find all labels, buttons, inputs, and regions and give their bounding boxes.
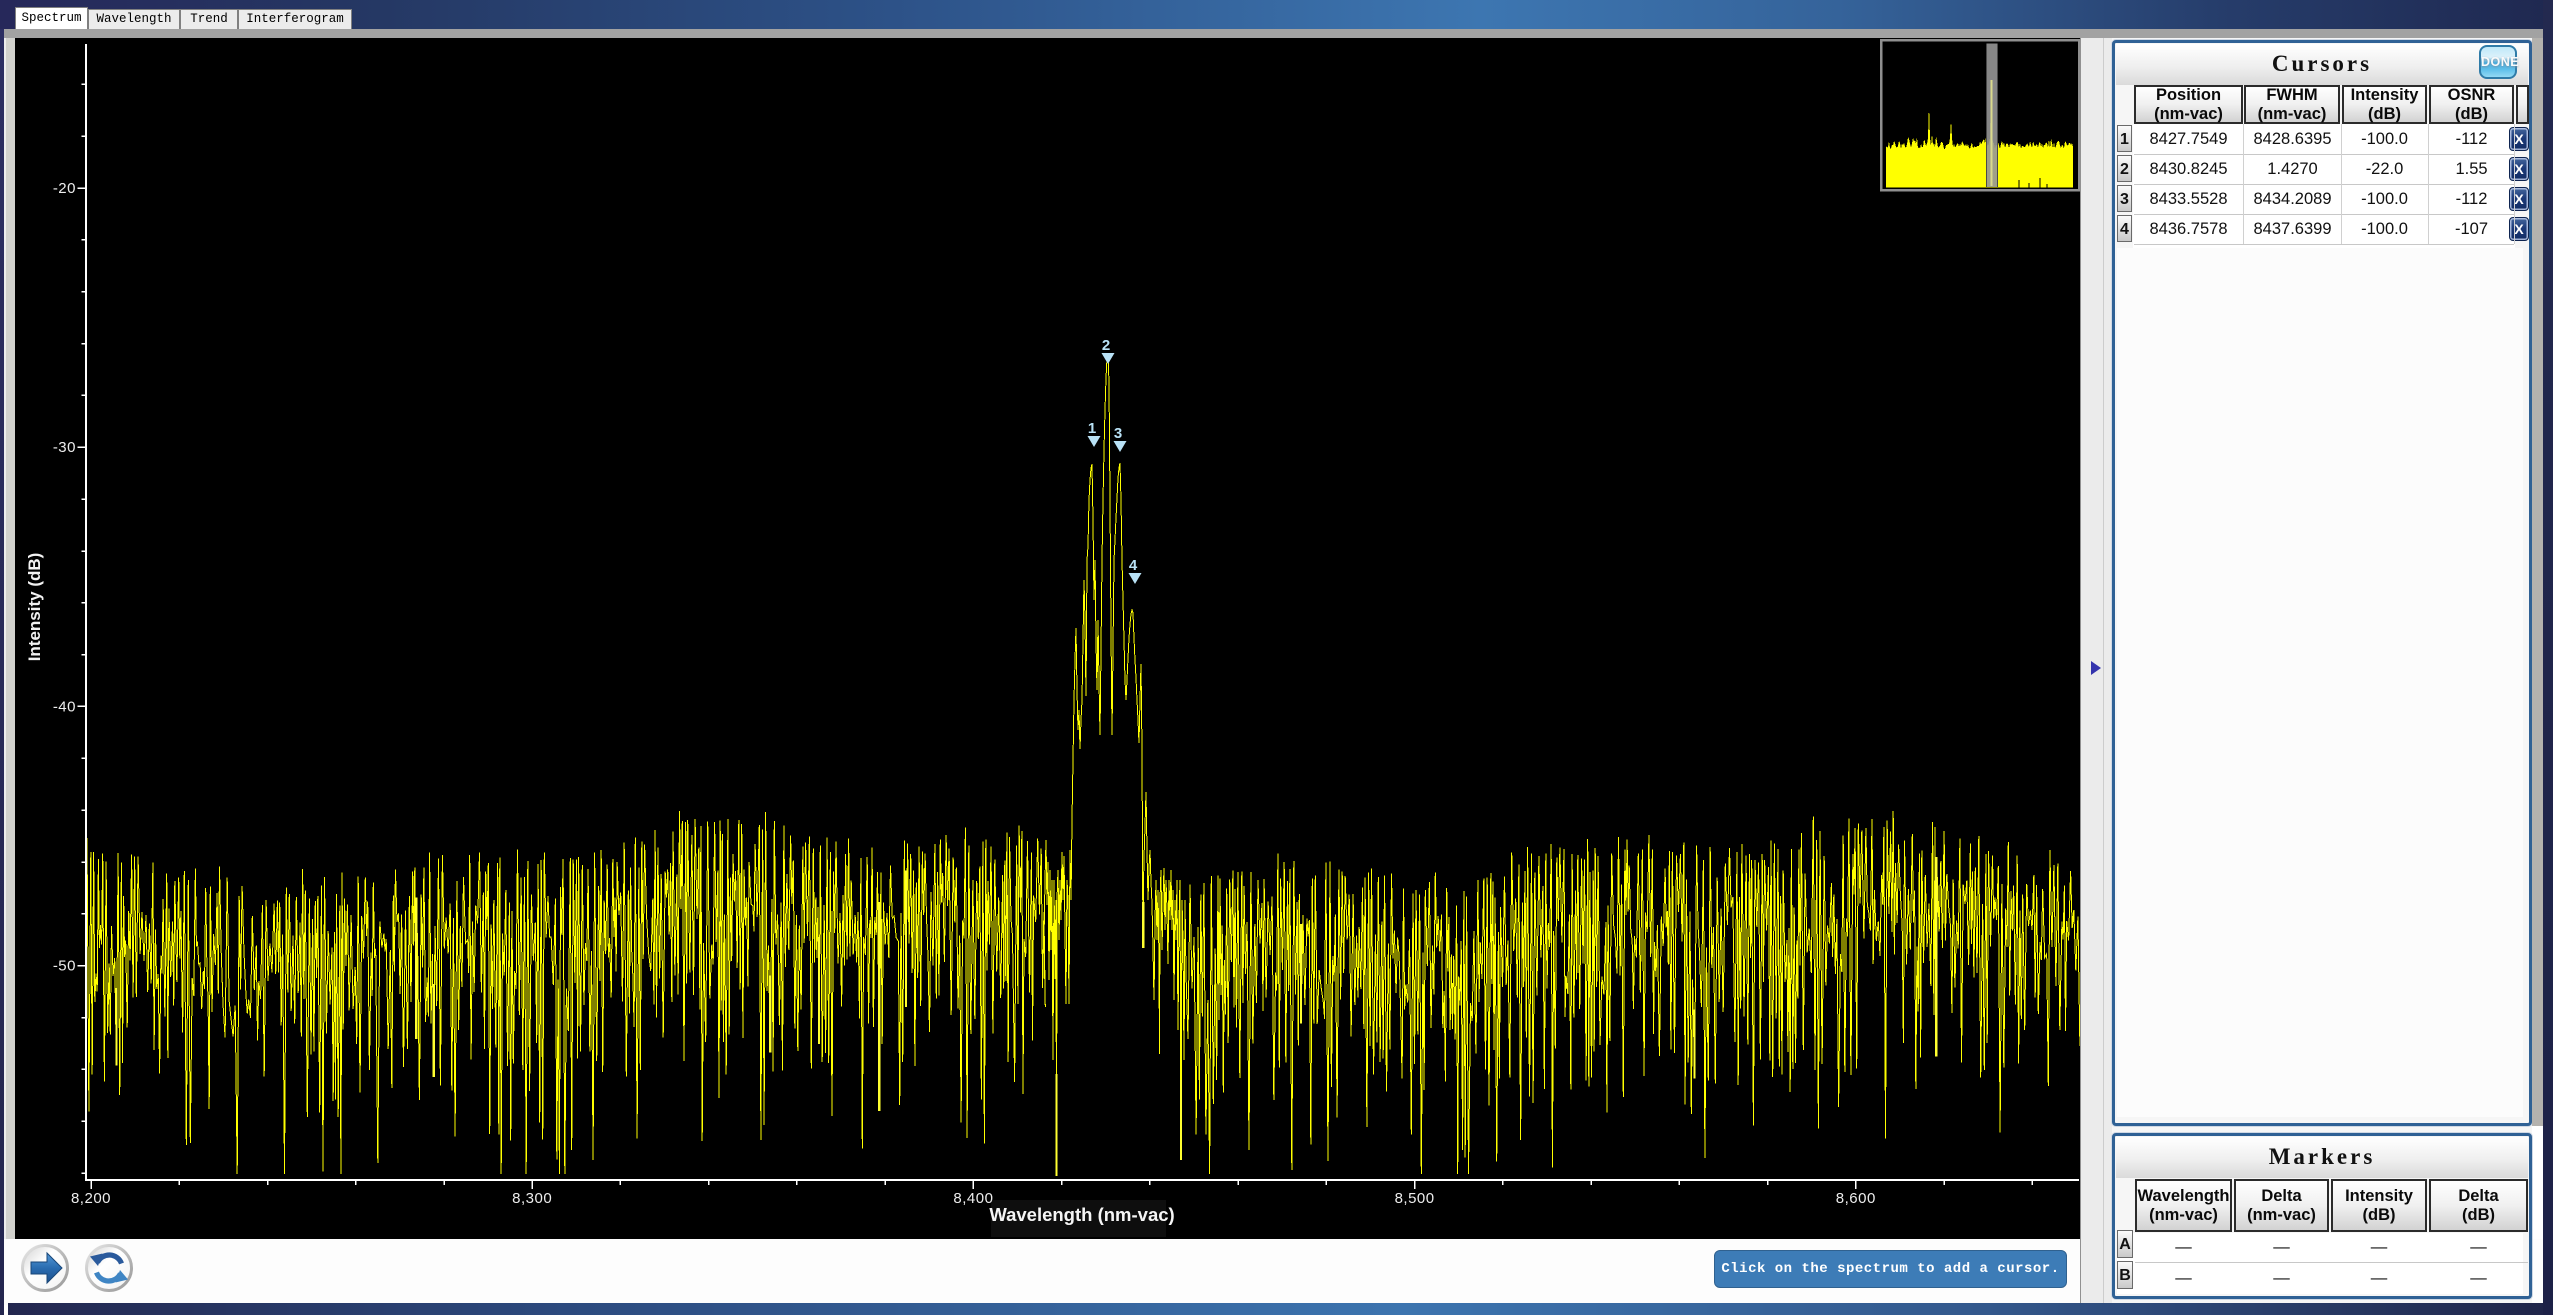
svg-text:8,200: 8,200	[71, 1190, 111, 1207]
svg-text:8,300: 8,300	[512, 1190, 552, 1207]
svg-text:-30: -30	[53, 439, 76, 456]
svg-text:3: 3	[1114, 425, 1122, 442]
svg-text:8,400: 8,400	[953, 1190, 993, 1207]
svg-text:2: 2	[1102, 337, 1110, 354]
svg-text:-20: -20	[53, 180, 76, 197]
svg-text:-40: -40	[53, 698, 76, 715]
svg-text:-50: -50	[53, 958, 76, 975]
svg-text:Intensity (dB): Intensity (dB)	[25, 553, 44, 662]
svg-text:4: 4	[1129, 557, 1138, 574]
svg-text:8,600: 8,600	[1836, 1190, 1876, 1207]
svg-text:Wavelength (nm-vac): Wavelength (nm-vac)	[989, 1204, 1174, 1225]
svg-text:8,500: 8,500	[1395, 1190, 1435, 1207]
svg-text:1: 1	[1088, 420, 1096, 437]
